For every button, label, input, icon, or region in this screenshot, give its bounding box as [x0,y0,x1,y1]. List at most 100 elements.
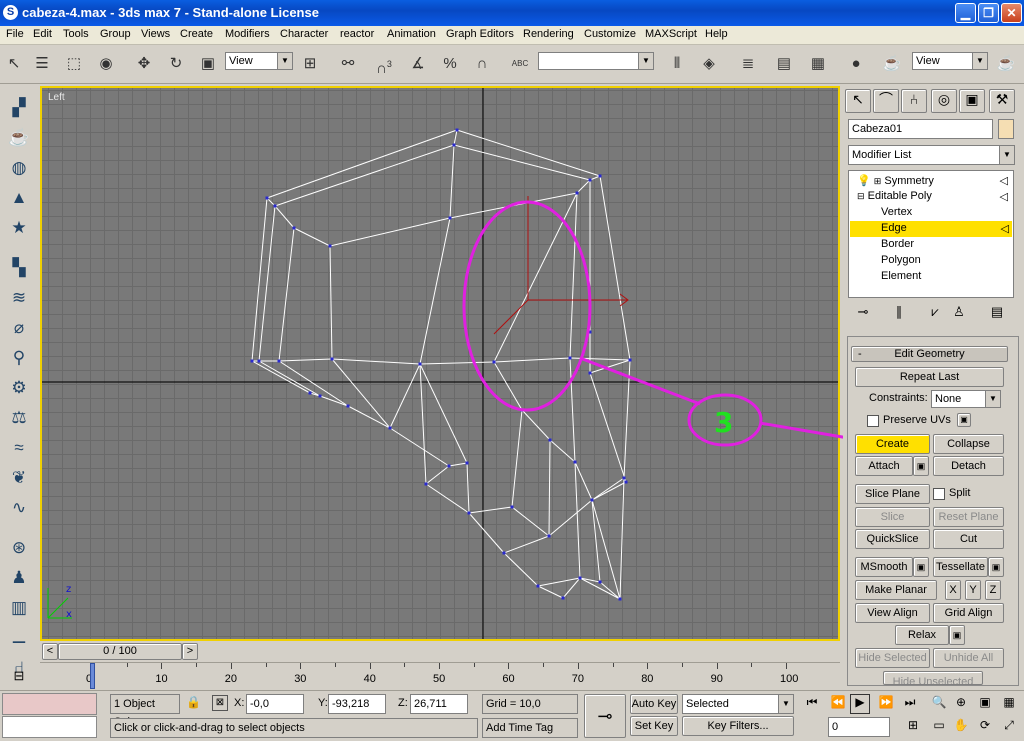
material-editor-icon[interactable]: ● [844,52,868,76]
grid-align-button[interactable]: Grid Align [933,603,1004,623]
msmooth-button[interactable]: MSmooth [855,557,913,577]
detach-button[interactable]: Detach [933,456,1004,476]
goto-end-icon[interactable]: ⏭ [900,695,920,713]
collapse-button[interactable]: Collapse [933,434,1004,454]
region-zoom-icon[interactable]: ▭ [930,718,948,736]
slice-plane-button[interactable]: Slice Plane [855,484,930,504]
menu-modifiers[interactable]: Modifiers [225,28,270,40]
sphere-icon[interactable]: ◍ [7,156,31,180]
close-button[interactable]: ✕ [1001,3,1022,23]
view-align-button[interactable]: View Align [855,603,930,623]
subobject-edge[interactable]: Edge ◁ [881,222,1011,235]
prev-frame-icon[interactable]: ⏪ [828,695,848,713]
schematic-view-icon[interactable]: ▦ [806,52,830,76]
relax-button[interactable]: Relax [895,625,949,645]
star-icon[interactable]: ★ [7,216,31,240]
magnify-icon[interactable]: ⚲ [7,346,31,370]
menu-maxscript[interactable]: MAXScript [645,28,697,40]
menu-animation[interactable]: Animation [387,28,436,40]
hide-unselected-button[interactable]: Hide Unselected [883,671,983,685]
scale-icon[interactable]: ▣ [196,52,220,76]
preserve-uvs-checkbox[interactable] [867,415,879,427]
wave-icon[interactable]: ∿ [7,496,31,520]
play-icon[interactable]: ▶ [850,694,870,714]
menu-tools[interactable]: Tools [63,28,89,40]
key-filters-button[interactable]: Key Filters... [682,716,794,736]
cone-icon[interactable]: ▲ [7,186,31,210]
preserve-uvs-settings-button[interactable]: ▣ [957,413,971,427]
planar-x-button[interactable]: X [945,580,961,600]
split-checkbox[interactable] [933,488,945,500]
tessellate-button[interactable]: Tessellate [933,557,988,577]
biped-icon[interactable]: ♟ [7,566,31,590]
absolute-mode-icon[interactable]: ⊠ [212,695,228,711]
render-scene-icon[interactable]: ☕ [880,52,904,76]
menu-help[interactable]: Help [705,28,728,40]
mini-curve-editor-icon[interactable]: ⊟ [4,665,34,687]
track-bar[interactable]: ⊟ 0102030405060708090100 [14,662,840,690]
restore-button[interactable]: ❐ [978,3,999,23]
reference-coordinate-dropdown[interactable]: View ▼ [225,52,293,70]
quickslice-button[interactable]: QuickSlice [855,529,930,549]
create-button[interactable]: Create [855,434,930,454]
cut-button[interactable]: Cut [933,529,1004,549]
time-slider[interactable]: 0 / 100 [58,643,182,660]
select-object-icon[interactable]: ↖ [2,52,26,76]
rings-icon[interactable]: ⊛ [7,536,31,560]
named-selection-dropdown[interactable]: ▼ [538,52,654,70]
slice-button[interactable]: Slice [855,507,930,527]
bone-icon[interactable]: ⚊ [7,626,31,650]
tessellate-settings-button[interactable]: ▣ [988,557,1004,577]
make-unique-icon[interactable]: ⩗ [925,304,945,322]
edit-geometry-rollout-header[interactable]: - Edit Geometry [851,346,1008,362]
maxscript-listener-mini[interactable] [2,693,97,715]
viewport-canvas[interactable]: z x [42,88,838,639]
menu-views[interactable]: Views [141,28,170,40]
subobject-polygon[interactable]: Polygon [881,254,921,266]
snap-toggle-icon[interactable]: ∩3 [372,52,396,77]
constraints-dropdown[interactable]: None ▼ [931,390,1001,408]
quick-render-icon[interactable]: ☕ [994,52,1018,76]
teapot-icon[interactable]: ☕ [7,126,31,150]
zoom-all-icon[interactable]: ⊕ [952,695,970,713]
planar-y-button[interactable]: Y [965,580,981,600]
menu-file[interactable]: File [6,28,24,40]
stack-icon[interactable]: ≋ [7,286,31,310]
menu-graph-editors[interactable]: Graph Editors [446,28,514,40]
next-frame-icon[interactable]: ⏩ [876,695,896,713]
subobject-vertex[interactable]: Vertex [881,206,912,218]
window-crossing-icon[interactable]: ◉ [94,52,118,76]
modifier-list-dropdown[interactable]: Modifier List ▼ [848,145,1015,165]
subobject-element[interactable]: Element [881,270,921,282]
lock-icon[interactable]: 🔒 [186,695,201,713]
utilities-tab-icon[interactable]: ⚒ [989,89,1015,113]
maximize-viewport-icon[interactable]: ⤢ [1000,718,1018,736]
spinner-snap-icon[interactable]: ∩ [470,52,494,76]
relax-settings-button[interactable]: ▣ [949,625,965,645]
time-marker[interactable] [90,663,95,689]
stack-item-editable-poly[interactable]: ⊟ Editable Poly ◁ [857,190,1012,203]
auto-key-button[interactable]: Auto Key [630,694,678,714]
paw-icon[interactable]: ❦ [7,466,31,490]
current-frame-field[interactable]: 0 [828,717,890,737]
menu-edit[interactable]: Edit [33,28,52,40]
angle-snap-icon[interactable]: ∡ [406,52,430,76]
stack-item-symmetry[interactable]: 💡 ⊞ Symmetry ◁ [857,174,1012,187]
remove-modifier-icon[interactable]: ♙ [949,304,969,322]
maxscript-input-mini[interactable] [2,716,97,738]
y-coordinate-field[interactable]: -93,218 [328,694,386,714]
msmooth-settings-button[interactable]: ▣ [913,557,929,577]
tube-icon[interactable]: ⌀ [7,316,31,340]
region-select-icon[interactable]: ⬚ [62,52,86,76]
curve-editor-icon[interactable]: ▤ [772,52,796,76]
book-icon[interactable]: ▥ [7,596,31,620]
move-icon[interactable]: ✥ [132,52,156,76]
object-name-field[interactable]: Cabeza01 [848,119,993,139]
menu-reactor[interactable]: reactor [340,28,374,40]
unhide-all-button[interactable]: Unhide All [933,648,1004,668]
left-viewport[interactable]: Left z x [40,86,840,641]
display-tab-icon[interactable]: ▣ [959,89,985,113]
mirror-icon[interactable]: ⫴ [665,52,689,76]
hierarchy-tab-icon[interactable]: ⑃ [901,89,927,113]
pivot-center-icon[interactable]: ⊞ [298,52,322,76]
